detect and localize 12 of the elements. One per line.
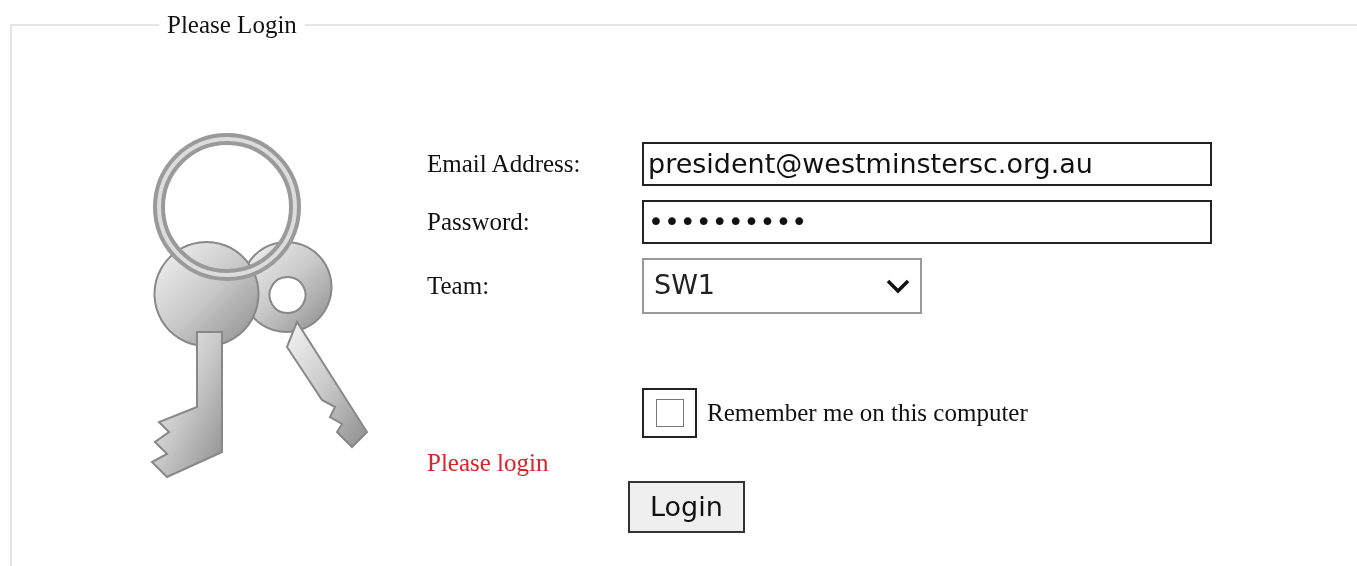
field-label: Password: — [427, 206, 531, 237]
panel-legend: Please Login — [159, 6, 305, 44]
field-label: Team: — [427, 270, 491, 301]
input-field[interactable]: president@westminstersc.org.au — [642, 141, 1212, 186]
input-field[interactable]: •••••••••• — [642, 199, 1212, 244]
remember-label: Remember me on this computer — [707, 397, 1028, 428]
chevron-down-icon — [886, 277, 910, 294]
team-select[interactable]: SW1 — [642, 257, 922, 314]
remember-checkbox[interactable] — [642, 387, 697, 438]
field-label: Email Address: — [427, 148, 582, 179]
login-button[interactable]: Login — [628, 481, 745, 533]
login-message: Please login — [427, 447, 550, 478]
